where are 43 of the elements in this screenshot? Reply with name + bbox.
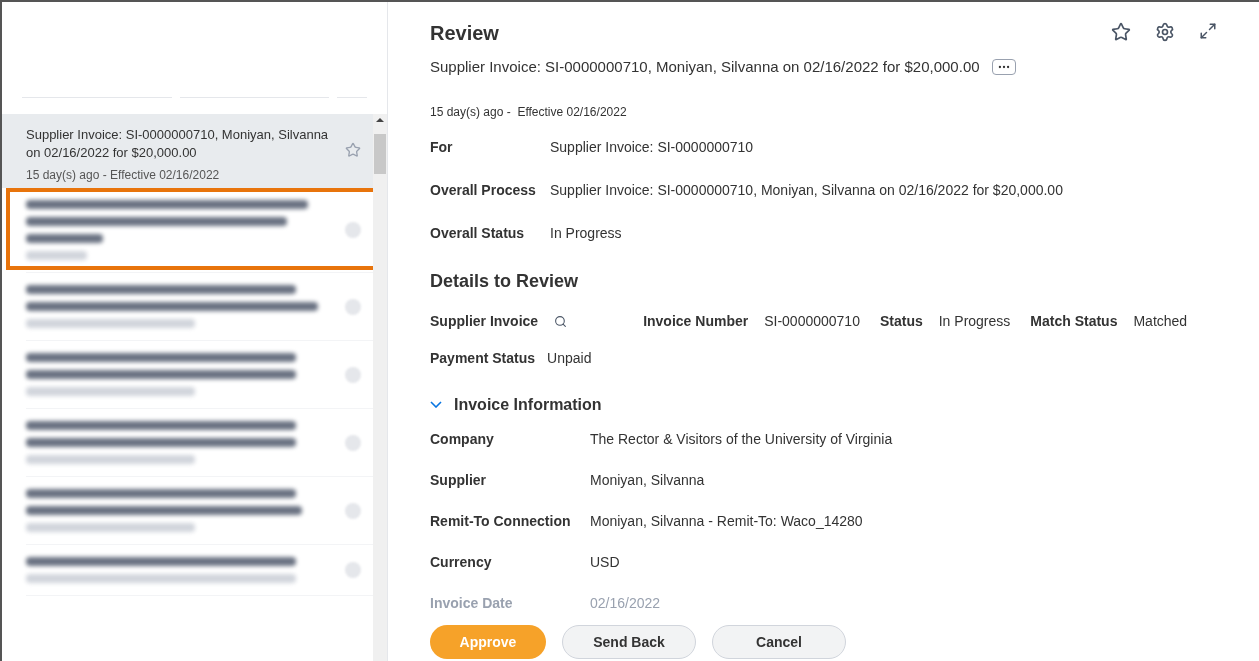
field-label: For xyxy=(430,137,454,157)
field-value: The Rector & Visitors of the University of Virginia xyxy=(590,429,893,449)
star-icon[interactable] xyxy=(345,142,361,158)
page-subtitle: Supplier Invoice: SI-0000000710, Moniyan, Silvanna on 02/16/2022 for $20,000.00 xyxy=(430,57,980,77)
search-icon[interactable] xyxy=(554,314,568,328)
field-label: Supplier Invoice xyxy=(430,311,539,331)
star-icon[interactable] xyxy=(1111,22,1131,42)
field-label: Company xyxy=(430,429,495,449)
field-label: Payment Status xyxy=(430,348,536,368)
scrollbar[interactable] xyxy=(373,114,387,661)
settings-icon[interactable] xyxy=(1155,22,1175,42)
item-title: Supplier Invoice: SI-0000000710, Moniyan, Silvanna on 02/16/2022 for $20,000.00 xyxy=(26,126,330,162)
section-toggle[interactable]: Invoice Information xyxy=(430,392,602,417)
field-value: Matched xyxy=(1133,311,1188,331)
action-button[interactable]: Send Back xyxy=(562,625,696,659)
inbox-item[interactable]: Supplier Invoice: SI-0000000710, Moniyan, Silvanna on 02/16/2022 for $20,000.00 15 day(s) ago - Effective 02/16/2022 xyxy=(2,114,373,188)
field-value: USD xyxy=(590,552,620,572)
field-label: Invoice Number xyxy=(643,311,749,331)
field-value: 02/16/2022 xyxy=(590,593,661,613)
field-value: Supplier Invoice: SI-0000000710, Moniyan, Silvanna on 02/16/2022 for $20,000.00 xyxy=(550,180,1063,200)
field-label: Status xyxy=(879,311,923,331)
page-heading: Review xyxy=(430,21,500,46)
field-label: Remit-To Connection xyxy=(430,511,572,531)
page-meta: 15 day(s) ago - Effective 02/16/2022 xyxy=(430,103,628,121)
field-label: Overall Status xyxy=(430,223,526,243)
field-label: Currency xyxy=(430,552,493,572)
section-heading: Details to Review xyxy=(430,269,580,293)
item-meta: 15 day(s) ago - Effective 02/16/2022 xyxy=(26,167,221,184)
field-value: Unpaid xyxy=(547,348,592,368)
field-value: In Progress xyxy=(550,223,622,243)
field-value: SI-0000000710 xyxy=(764,311,860,331)
field-label: Overall Process xyxy=(430,180,537,200)
chevron-icon xyxy=(430,401,442,408)
field-value: In Progress xyxy=(938,311,1011,331)
field-label: Supplier xyxy=(430,470,487,490)
field-value: Supplier Invoice: SI-0000000710 xyxy=(550,137,754,157)
field-label: Match Status xyxy=(1030,311,1118,331)
field-value: Moniyan, Silvanna - Remit-To: Waco_14280 xyxy=(590,511,863,531)
field-label: Invoice Date xyxy=(430,593,514,613)
expand-icon[interactable] xyxy=(1199,22,1217,40)
action-button[interactable]: Cancel xyxy=(712,625,846,659)
more-button[interactable] xyxy=(991,59,1016,76)
field-value: Moniyan, Silvanna xyxy=(590,470,705,490)
